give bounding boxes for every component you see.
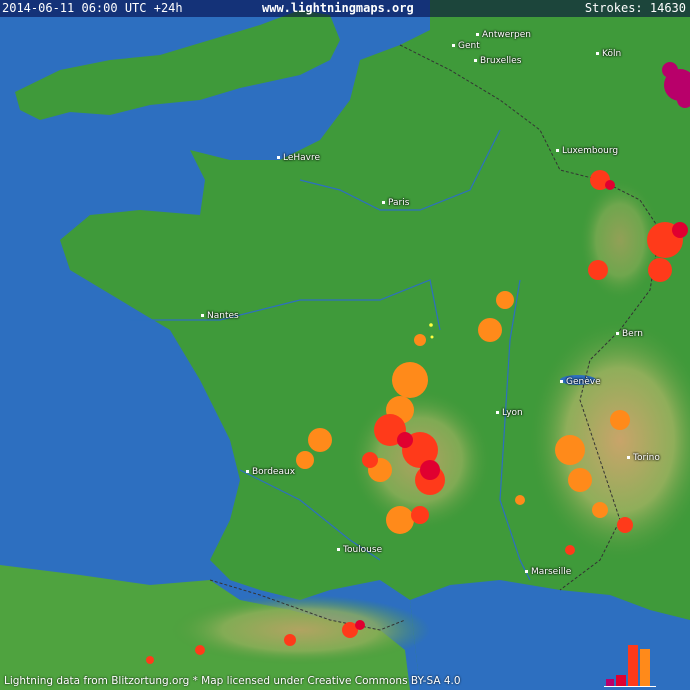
lightning-map: Gent Antwerpen Bruxelles Köln LeHavre Pa… — [0, 0, 690, 690]
city-bruxelles: Bruxelles — [474, 56, 521, 66]
city-nantes: Nantes — [201, 311, 239, 321]
city-marseille: Marseille — [525, 567, 571, 577]
city-bordeaux: Bordeaux — [246, 467, 295, 477]
histo-bar-3 — [628, 645, 638, 687]
city-geneve: Genève — [560, 377, 601, 387]
city-luxembourg: Luxembourg — [556, 146, 618, 156]
header-bar: 2014-06-11 06:00 UTC +24h www.lightningm… — [0, 0, 690, 17]
city-paris: Paris — [382, 198, 409, 208]
city-koln: Köln — [596, 49, 621, 59]
pyrenees-relief — [170, 595, 430, 665]
city-bern: Bern — [616, 329, 643, 339]
city-toulouse: Toulouse — [337, 545, 382, 555]
strike-age-histogram — [604, 643, 656, 687]
city-lyon: Lyon — [496, 408, 523, 418]
site-link[interactable]: www.lightningmaps.org — [262, 0, 414, 17]
attribution: Lightning data from Blitzortung.org * Ma… — [4, 675, 461, 687]
city-lehavre: LeHavre — [277, 153, 320, 163]
time-range: 2014-06-11 06:00 UTC +24h — [2, 1, 183, 15]
city-torino: Torino — [627, 453, 660, 463]
histo-bar-4 — [640, 649, 650, 687]
strokes-count: Strokes: 14630 — [584, 1, 686, 15]
city-gent: Gent — [452, 41, 480, 51]
histo-axis — [604, 686, 656, 687]
city-antwerpen: Antwerpen — [476, 30, 531, 40]
map-base — [0, 0, 690, 690]
